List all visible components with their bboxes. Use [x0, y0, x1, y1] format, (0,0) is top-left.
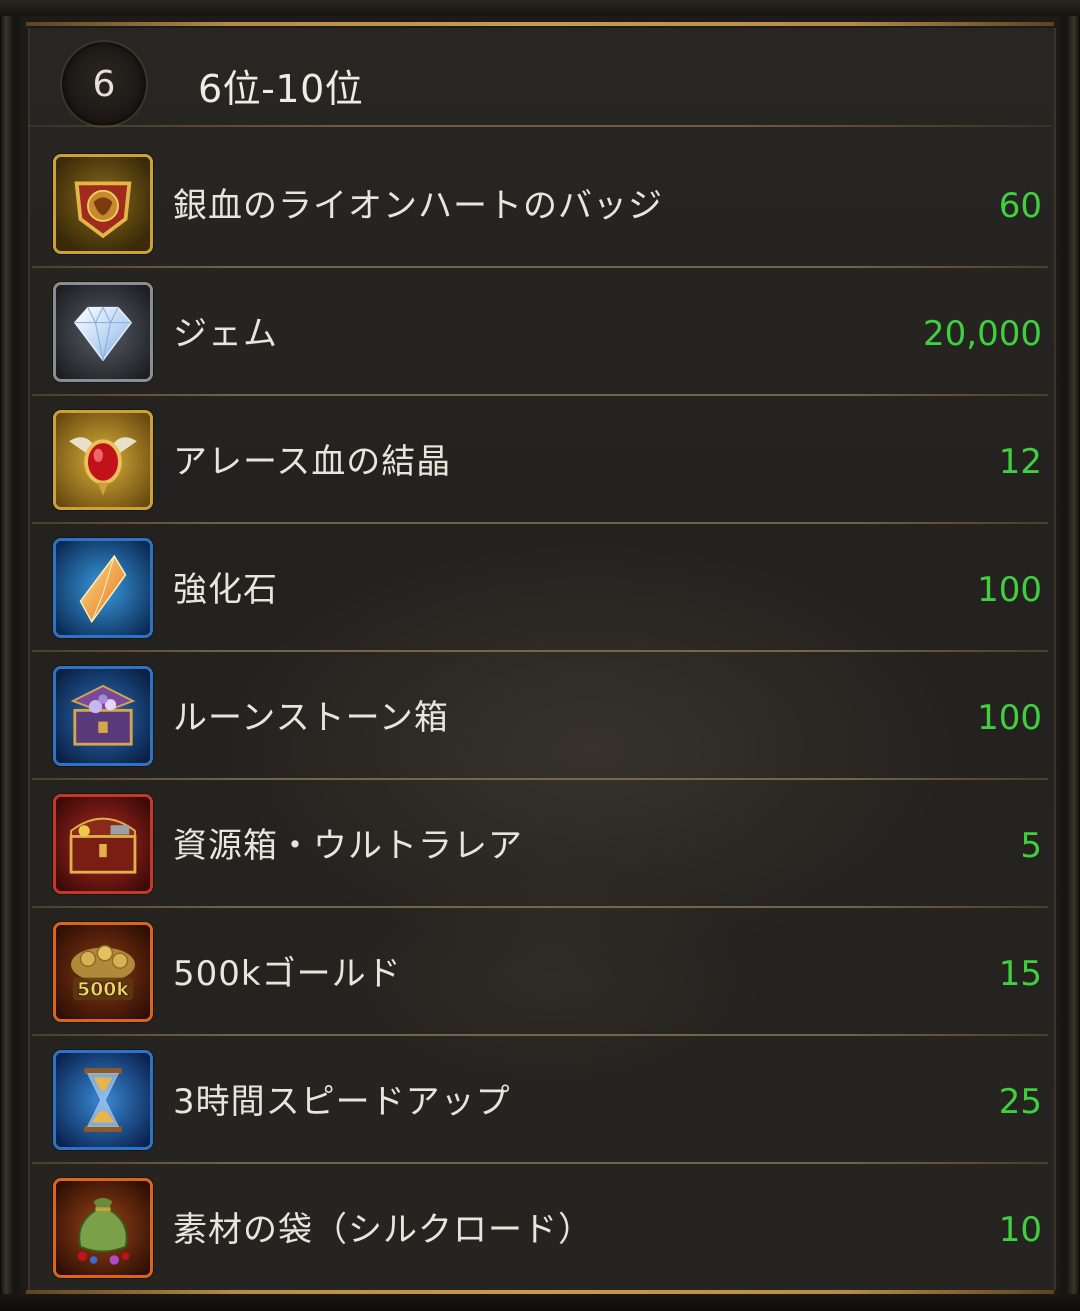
item-name: 銀血のライオンハートのバッジ [173, 186, 663, 226]
item-quantity: 10 [998, 1210, 1042, 1250]
gold-pile-icon: 500k [53, 922, 153, 1022]
reward-row[interactable]: ルーンストーン箱 100 [28, 652, 1052, 780]
top-gold-border [26, 22, 1054, 26]
enhancement-stone-icon [53, 538, 153, 638]
item-quantity: 12 [998, 442, 1042, 482]
rank-header: 6 6位-10位 [28, 28, 1052, 128]
reward-row[interactable]: 3時間スピードアップ 25 [28, 1036, 1052, 1164]
rank-badge: 6 [60, 40, 148, 128]
gem-icon [53, 282, 153, 382]
bottom-strip [0, 1294, 1080, 1311]
item-quantity: 20,000 [923, 314, 1042, 354]
item-quantity: 60 [998, 186, 1042, 226]
hourglass-icon [53, 1050, 153, 1150]
reward-row[interactable]: 素材の袋（シルクロード） 10 [28, 1164, 1052, 1292]
reward-row[interactable]: 銀血のライオンハートのバッジ 60 [28, 140, 1052, 268]
header-divider [28, 125, 1052, 127]
item-quantity: 100 [977, 698, 1042, 738]
reward-row[interactable]: 500k 500kゴールド 15 [28, 908, 1052, 1036]
gold-icon-label: 500k [77, 980, 129, 1001]
rank-range-title: 6位-10位 [198, 67, 364, 111]
item-name: 3時間スピードアップ [173, 1082, 511, 1122]
item-quantity: 15 [998, 954, 1042, 994]
blood-crystal-icon [53, 410, 153, 510]
reward-list: 銀血のライオンハートのバッジ 60 ジェム 20,000 アレース血の結晶 12… [28, 140, 1052, 1292]
item-name: アレース血の結晶 [173, 442, 452, 482]
runestone-chest-icon [53, 666, 153, 766]
reward-row[interactable]: ジェム 20,000 [28, 268, 1052, 396]
item-name: 500kゴールド [173, 954, 402, 994]
item-name: 資源箱・ウルトラレア [173, 826, 523, 866]
reward-row[interactable]: 資源箱・ウルトラレア 5 [28, 780, 1052, 908]
item-quantity: 25 [998, 1082, 1042, 1122]
item-quantity: 100 [977, 570, 1042, 610]
item-quantity: 5 [1020, 826, 1042, 866]
lion-badge-icon [53, 154, 153, 254]
item-name: ルーンストーン箱 [173, 698, 449, 738]
item-name: 素材の袋（シルクロード） [173, 1210, 593, 1250]
material-bag-icon [53, 1178, 153, 1278]
item-name: ジェム [173, 314, 278, 354]
resource-chest-icon [53, 794, 153, 894]
item-name: 強化石 [173, 570, 278, 610]
reward-row[interactable]: アレース血の結晶 12 [28, 396, 1052, 524]
top-strip [0, 0, 1080, 16]
reward-row[interactable]: 強化石 100 [28, 524, 1052, 652]
